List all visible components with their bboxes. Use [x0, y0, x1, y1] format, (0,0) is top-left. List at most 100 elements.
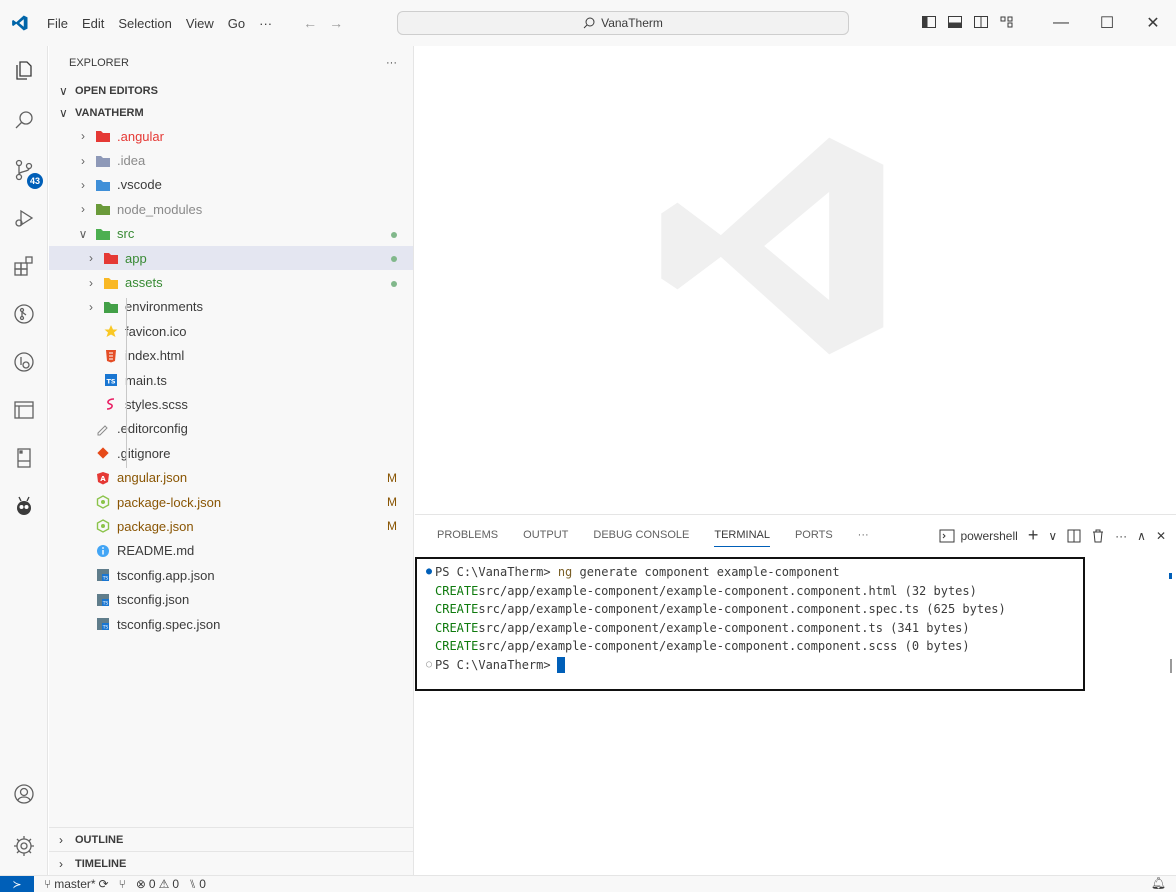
menu-item-view[interactable]: View	[179, 16, 221, 31]
chevron-right-icon[interactable]: ›	[75, 202, 91, 216]
chevron-right-icon[interactable]: ›	[83, 251, 99, 265]
chevron-down-icon: ∨	[59, 84, 68, 98]
source-control-icon[interactable]: 43	[0, 146, 48, 194]
error-count: 0	[148, 877, 156, 891]
tree-item[interactable]: .editorconfig	[49, 417, 413, 441]
outline-section[interactable]: › OUTLINE	[49, 827, 413, 851]
chevron-right-icon[interactable]: ›	[75, 129, 91, 143]
more-actions-icon[interactable]: ···	[1115, 529, 1127, 543]
tree-item[interactable]: › .idea	[49, 148, 413, 172]
panel-view-icon[interactable]	[0, 386, 48, 434]
run-debug-icon[interactable]	[0, 194, 48, 242]
tree-item[interactable]: › app	[49, 245, 413, 271]
tree-item[interactable]: TS tsconfig.json	[49, 587, 413, 611]
maximize-button[interactable]: ☐	[1084, 0, 1130, 46]
tree-item[interactable]: favicon.ico	[49, 319, 413, 343]
chevron-right-icon[interactable]: ›	[75, 154, 91, 168]
env-folder-icon	[103, 299, 119, 315]
untracked-dot-icon	[391, 251, 397, 265]
menu-item-file[interactable]: File	[40, 16, 75, 31]
tree-item[interactable]: › .angular	[49, 124, 413, 148]
chevron-down-icon[interactable]: ∨	[75, 227, 91, 241]
menu-more-icon[interactable]: ···	[252, 16, 279, 31]
tree-item[interactable]: styles.scss	[49, 392, 413, 416]
explorer-icon[interactable]	[0, 46, 48, 94]
extension-bug-icon[interactable]	[0, 482, 48, 530]
create-path: src/app/example-component/example-compon…	[478, 602, 1006, 617]
menu-item-edit[interactable]: Edit	[75, 16, 111, 31]
tree-item-label: tsconfig.json	[117, 592, 190, 608]
svg-text:TS: TS	[102, 625, 109, 631]
open-editors-section[interactable]: ∨ OPEN EDITORS	[49, 80, 413, 102]
tree-item[interactable]: › .vscode	[49, 173, 413, 197]
explorer-title: EXPLORER	[69, 57, 129, 69]
tab-output[interactable]: OUTPUT	[523, 515, 568, 555]
extensions-icon[interactable]	[0, 242, 48, 290]
back-arrow-icon[interactable]: ←	[303, 15, 317, 31]
scrollbar-thumb[interactable]	[1170, 659, 1172, 673]
tree-item[interactable]: .gitignore	[49, 441, 413, 465]
settings-gear-icon[interactable]	[0, 822, 48, 870]
close-button[interactable]: ✕	[1130, 0, 1176, 46]
tree-item[interactable]: TS tsconfig.app.json	[49, 563, 413, 587]
tree-item[interactable]: package.json M	[49, 514, 413, 538]
trash-icon[interactable]	[1091, 529, 1105, 543]
tree-item[interactable]: TS main.ts	[49, 368, 413, 392]
tree-item[interactable]: README.md	[49, 539, 413, 563]
command-center-search[interactable]: VanaTherm	[397, 11, 849, 35]
tree-item[interactable]: index.html	[49, 344, 413, 368]
tree-item[interactable]: package-lock.json M	[49, 490, 413, 514]
tree-item[interactable]: Aangular.json M	[49, 465, 413, 489]
minimize-button[interactable]: —	[1038, 0, 1084, 46]
remote-indicator-icon[interactable]: ≻	[0, 875, 34, 892]
remote-explorer-icon[interactable]	[0, 338, 48, 386]
forward-arrow-icon[interactable]: →	[329, 15, 343, 31]
ports-status[interactable]: ⑊ 0	[189, 877, 206, 891]
notifications-bell-icon[interactable]: 🔔︎	[1151, 876, 1166, 890]
accounts-icon[interactable]	[0, 770, 48, 818]
untracked-dot-icon	[391, 276, 397, 290]
search-icon[interactable]	[0, 96, 48, 144]
timeline-section[interactable]: › TIMELINE	[49, 851, 413, 875]
timeline-label: TIMELINE	[75, 857, 127, 870]
terminal-shell-selector[interactable]: powershell	[939, 529, 1018, 543]
toggle-sidebar-icon[interactable]	[921, 14, 937, 30]
menu-item-selection[interactable]: Selection	[111, 16, 178, 31]
chevron-right-icon[interactable]: ›	[75, 178, 91, 192]
more-actions-icon[interactable]: ···	[386, 57, 397, 69]
new-terminal-icon[interactable]: +	[1028, 525, 1039, 546]
chevron-right-icon[interactable]: ›	[83, 300, 99, 314]
chevron-right-icon: ›	[59, 856, 63, 871]
problems-status[interactable]: ⊗ 0 ⚠ 0	[136, 877, 179, 891]
tree-item[interactable]: ∨ src	[49, 222, 413, 246]
tabs-more-icon[interactable]: ···	[858, 515, 869, 555]
tab-problems[interactable]: PROBLEMS	[437, 515, 498, 555]
tree-item[interactable]: › environments	[49, 295, 413, 319]
git-graph-status[interactable]: ⑂	[119, 877, 126, 891]
bookmark-view-icon[interactable]	[0, 434, 48, 482]
sync-icon[interactable]: ⟳	[99, 877, 109, 891]
branch-status[interactable]: ⑂ master* ⟳	[44, 877, 109, 891]
tree-item[interactable]: › assets	[49, 270, 413, 294]
split-terminal-icon[interactable]	[1067, 529, 1081, 543]
customize-layout-icon[interactable]	[999, 14, 1015, 30]
tab-ports[interactable]: PORTS	[795, 515, 833, 555]
chevron-down-icon[interactable]: ∨	[1048, 529, 1057, 543]
toggle-secondary-sidebar-icon[interactable]	[973, 14, 989, 30]
ports-icon: ⑊	[189, 877, 197, 891]
git-graph-icon[interactable]	[0, 290, 48, 338]
project-section[interactable]: ∨ VANATHERM	[49, 102, 413, 124]
tab-terminal[interactable]: TERMINAL	[714, 515, 770, 555]
editor-area[interactable]	[415, 46, 1176, 514]
tree-item[interactable]: › node_modules	[49, 197, 413, 221]
chevron-right-icon[interactable]: ›	[83, 276, 99, 290]
terminal-output[interactable]: ● PS C:\VanaTherm> ng generate component…	[415, 557, 1085, 691]
close-panel-icon[interactable]: ✕	[1156, 529, 1166, 543]
terminal-line: CREATE src/app/example-component/example…	[423, 637, 1083, 656]
tab-debug-console[interactable]: DEBUG CONSOLE	[593, 515, 689, 555]
menu-item-go[interactable]: Go	[221, 16, 252, 31]
chevron-down-icon: ∨	[59, 106, 68, 120]
tree-item[interactable]: TS tsconfig.spec.json	[49, 612, 413, 636]
maximize-panel-icon[interactable]: ∧	[1137, 529, 1146, 543]
toggle-panel-icon[interactable]	[947, 14, 963, 30]
